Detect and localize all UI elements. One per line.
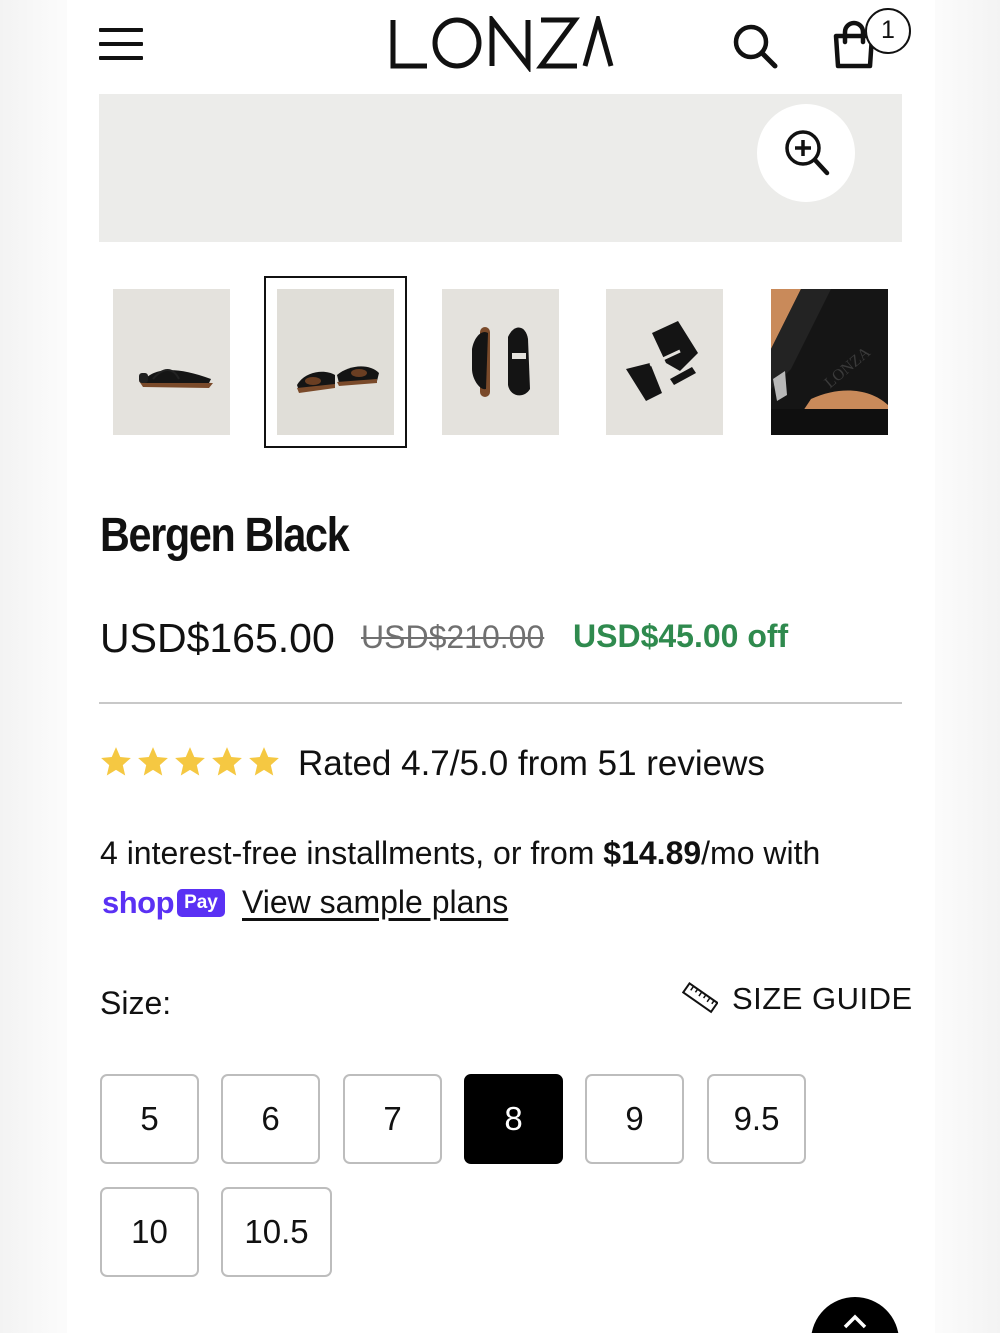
zoom-in-icon <box>785 130 830 176</box>
size-option-7[interactable]: 7 <box>343 1074 442 1164</box>
divider <box>99 702 902 704</box>
current-price: USD$165.00 <box>100 615 335 661</box>
star-icon <box>212 747 242 776</box>
thumbnail-side-view[interactable] <box>113 289 230 435</box>
chevron-up-icon <box>843 1314 867 1329</box>
size-option-8-selected[interactable]: 8 <box>464 1074 563 1164</box>
thumbnail-pair-front[interactable] <box>277 289 394 435</box>
site-header: LONZA 1 <box>67 0 935 92</box>
main-product-image[interactable] <box>99 94 902 242</box>
installment-amount: $14.89 <box>603 835 702 871</box>
star-icon <box>101 747 131 776</box>
product-page: LONZA 1 LONZA Bergen Black USD$165.00 US… <box>67 0 935 1333</box>
star-icon <box>175 747 205 776</box>
shop-pay-logo: shop Pay <box>102 885 225 921</box>
back-to-top-button[interactable] <box>811 1297 899 1333</box>
ruler-icon <box>682 981 718 1014</box>
installments-prefix: 4 interest-free installments, or from <box>100 835 604 871</box>
shop-pay-word: shop <box>102 885 175 920</box>
star-icon <box>249 747 279 776</box>
thumbnail-insole-detail[interactable]: LONZA <box>771 289 888 435</box>
product-title: Bergen Black <box>100 509 350 562</box>
size-label: Size: <box>100 985 172 1021</box>
discount-amount: USD$45.00 off <box>573 618 789 654</box>
size-option-9-5[interactable]: 9.5 <box>707 1074 806 1164</box>
thumbnail-top-view[interactable] <box>442 289 559 435</box>
size-option-5[interactable]: 5 <box>100 1074 199 1164</box>
brand-logo[interactable]: LONZA <box>389 16 615 72</box>
installments-suffix: /mo with <box>701 835 821 871</box>
size-option-10[interactable]: 10 <box>100 1187 199 1277</box>
size-guide-label: SIZE GUIDE <box>732 981 913 1016</box>
rating-stars[interactable] <box>99 745 281 783</box>
zoom-button[interactable] <box>757 104 855 202</box>
shop-pay-badge: Pay <box>177 889 225 917</box>
star-icon <box>138 747 168 776</box>
hamburger-menu-icon[interactable] <box>97 24 145 64</box>
thumbnail-angled-view[interactable] <box>606 289 723 435</box>
view-sample-plans-link[interactable]: View sample plans <box>242 884 508 921</box>
rating-summary[interactable]: Rated 4.7/5.0 from 51 reviews <box>298 744 765 784</box>
size-option-10-5[interactable]: 10.5 <box>221 1187 332 1277</box>
size-option-6[interactable]: 6 <box>221 1074 320 1164</box>
original-price: USD$210.00 <box>361 619 545 655</box>
size-option-9[interactable]: 9 <box>585 1074 684 1164</box>
cart-count-badge: 1 <box>865 8 911 54</box>
search-icon[interactable] <box>731 22 779 70</box>
installments-text: 4 interest-free installments, or from $1… <box>100 835 820 872</box>
